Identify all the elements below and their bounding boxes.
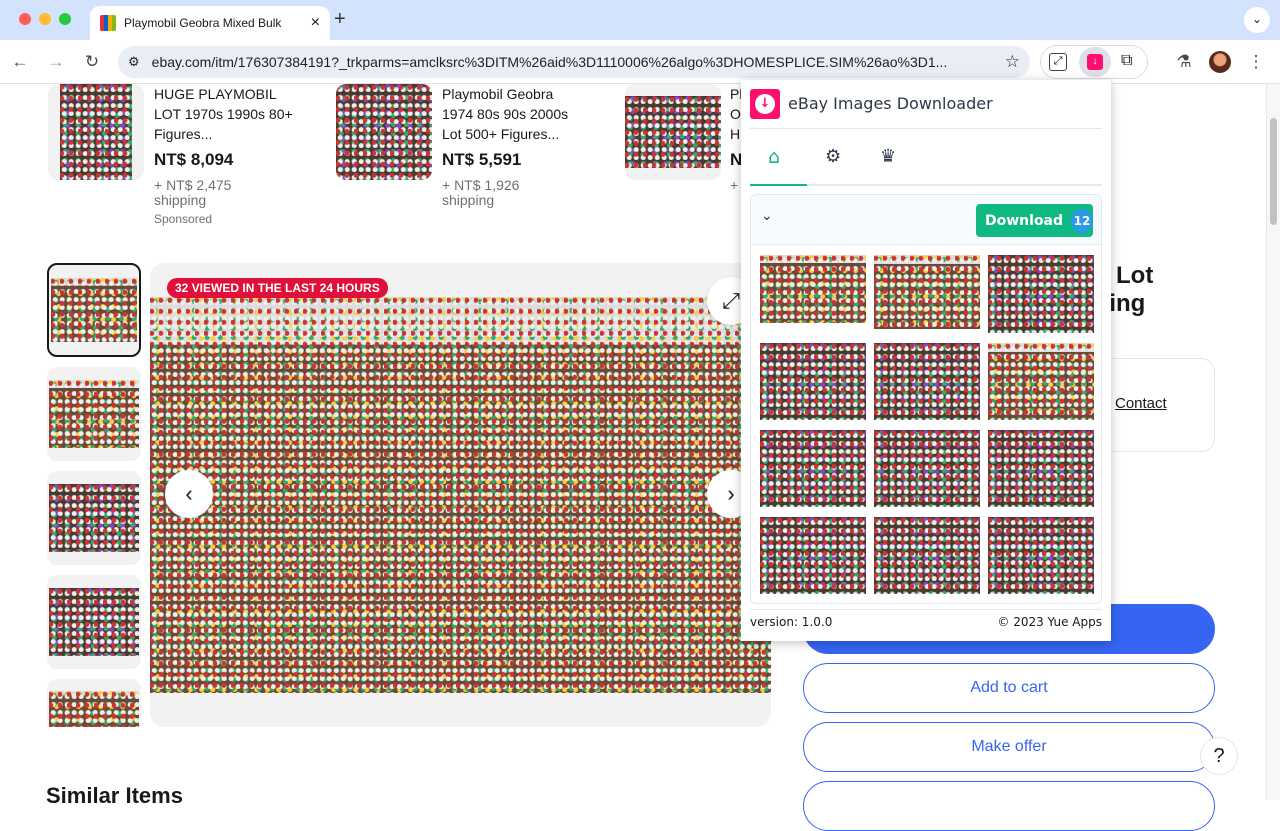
extension-logo: ↓ [750, 89, 780, 119]
similar-card-2-info: Playmobil Geobra 1974 80s 90s 2000s Lot … [442, 84, 582, 208]
image-tile[interactable] [760, 517, 866, 594]
similar-card-2[interactable] [336, 84, 432, 180]
make-offer-button[interactable]: Make offer [803, 722, 1215, 772]
images-panel: ⌄ Download 12 [750, 194, 1102, 604]
maximize-window-button[interactable] [59, 13, 71, 25]
similar-shipping: + NT$ 1,926 shipping [442, 177, 520, 208]
site-info-icon[interactable]: ⚙ [128, 54, 140, 70]
panel-header: ⌄ Download 12 [751, 195, 1101, 245]
image-tile[interactable] [874, 343, 980, 420]
divider [750, 128, 1102, 129]
scrollbar[interactable] [1266, 84, 1280, 800]
image-tile[interactable] [988, 517, 1094, 594]
similar-price: N [730, 150, 741, 169]
browser-tab[interactable]: Playmobil Geobra Mixed Bulk × [90, 6, 330, 40]
bookmark-star-icon[interactable]: ☆ [1005, 52, 1020, 72]
image-tile[interactable] [988, 255, 1094, 333]
image-tile[interactable] [874, 255, 980, 329]
image-tile[interactable] [874, 430, 980, 507]
download-arrow-icon: ↓ [755, 94, 775, 114]
scrollbar-thumb[interactable] [1270, 118, 1277, 225]
help-button[interactable]: ? [1200, 737, 1238, 775]
profile-avatar[interactable] [1209, 51, 1231, 73]
back-arrow-icon[interactable]: ← [6, 40, 34, 84]
gear-icon[interactable]: ⚙ [825, 146, 841, 167]
expand-extension-icon[interactable]: ⤢ [1049, 53, 1067, 71]
thumbnail-5[interactable] [47, 679, 141, 727]
similar-card-3[interactable] [625, 84, 721, 180]
minimize-window-button[interactable] [39, 13, 51, 25]
labs-flask-icon[interactable]: ⚗ [1170, 40, 1198, 84]
image-count-badge: 12 [1071, 208, 1093, 233]
image-tile[interactable] [988, 430, 1094, 507]
thumbnail-1[interactable] [47, 263, 141, 357]
reload-icon[interactable]: ↻ [78, 40, 106, 84]
tab-title: Playmobil Geobra Mixed Bulk [124, 16, 282, 30]
extensions-group: ⤢ ↓ ⧉ [1040, 45, 1148, 79]
image-tile[interactable] [760, 255, 866, 323]
similar-title[interactable]: HUGE PLAYMOBIL LOT 1970s 1990s 80+ Figur… [154, 84, 294, 144]
forward-arrow-icon[interactable]: → [42, 40, 70, 84]
similar-shipping: + [730, 177, 739, 193]
similar-title[interactable]: Pl O H [730, 84, 741, 144]
extension-title: eBay Images Downloader [788, 94, 993, 113]
download-button[interactable]: Download 12 [976, 204, 1093, 237]
home-icon[interactable]: ⌂ [768, 146, 780, 168]
crown-icon[interactable]: ♛ [880, 146, 896, 167]
similar-card-1-info: HUGE PLAYMOBIL LOT 1970s 1990s 80+ Figur… [154, 84, 294, 226]
image-tile[interactable] [874, 517, 980, 594]
sponsored-label: Sponsored [154, 212, 213, 226]
download-label: Download [985, 212, 1064, 229]
tab-strip: Playmobil Geobra Mixed Bulk × + ⌄ [0, 0, 1280, 40]
add-to-watchlist-button[interactable] [803, 781, 1215, 831]
close-tab-icon[interactable]: × [311, 14, 320, 32]
viewed-badge: 32 VIEWED IN THE LAST 24 HOURS [167, 278, 388, 298]
new-tab-button[interactable]: + [334, 8, 346, 31]
add-to-cart-button[interactable]: Add to cart [803, 663, 1215, 713]
active-tab-indicator [750, 184, 807, 186]
version-text: version: 1.0.0 [750, 615, 833, 629]
address-bar[interactable]: ⚙ ebay.com/itm/176307384191?_trkparms=am… [118, 46, 1030, 78]
similar-price: NT$ 5,591 [442, 150, 522, 169]
copyright-text: © 2023 Yue Apps [997, 615, 1102, 629]
similar-shipping: + NT$ 2,475 shipping [154, 177, 232, 208]
tab-search-chevron-icon[interactable]: ⌄ [1244, 7, 1270, 33]
contact-seller-link[interactable]: Contact [1115, 395, 1167, 412]
ebay-favicon-icon [100, 15, 116, 31]
similar-price: NT$ 8,094 [154, 150, 234, 169]
image-tile[interactable] [760, 430, 866, 507]
thumbnail-3[interactable] [47, 471, 141, 565]
main-product-image [150, 297, 771, 693]
thumbnail-2[interactable] [47, 367, 141, 461]
collapse-chevron-icon[interactable]: ⌄ [761, 208, 773, 224]
extension-popup: ↓ eBay Images Downloader ⌂ ⚙ ♛ ⌄ Downloa… [741, 80, 1111, 641]
image-tile[interactable] [760, 343, 866, 420]
url-text[interactable]: ebay.com/itm/176307384191?_trkparms=amcl… [152, 54, 993, 70]
similar-card-3-info: Pl O H N + [730, 84, 741, 193]
image-grid [760, 255, 1094, 594]
kebab-menu-icon[interactable]: ⋮ [1242, 40, 1270, 84]
close-window-button[interactable] [19, 13, 31, 25]
thumbnail-4[interactable] [47, 575, 141, 669]
similar-title[interactable]: Playmobil Geobra 1974 80s 90s 2000s Lot … [442, 84, 582, 144]
download-icon: ↓ [1087, 54, 1103, 70]
ebay-images-downloader-extension-button[interactable]: ↓ [1079, 47, 1111, 77]
image-tile[interactable] [988, 343, 1094, 420]
similar-items-heading: Similar Items [46, 783, 183, 808]
previous-image-chevron-icon[interactable]: ‹ [165, 470, 213, 518]
similar-card-1[interactable] [48, 84, 144, 180]
puzzle-extensions-icon[interactable]: ⧉ [1121, 52, 1132, 70]
divider [750, 609, 1102, 610]
browser-toolbar: ← → ↻ ⚙ ebay.com/itm/176307384191?_trkpa… [0, 40, 1280, 84]
main-image-viewer[interactable]: 32 VIEWED IN THE LAST 24 HOURS ⤢ ‹ › [150, 263, 771, 727]
